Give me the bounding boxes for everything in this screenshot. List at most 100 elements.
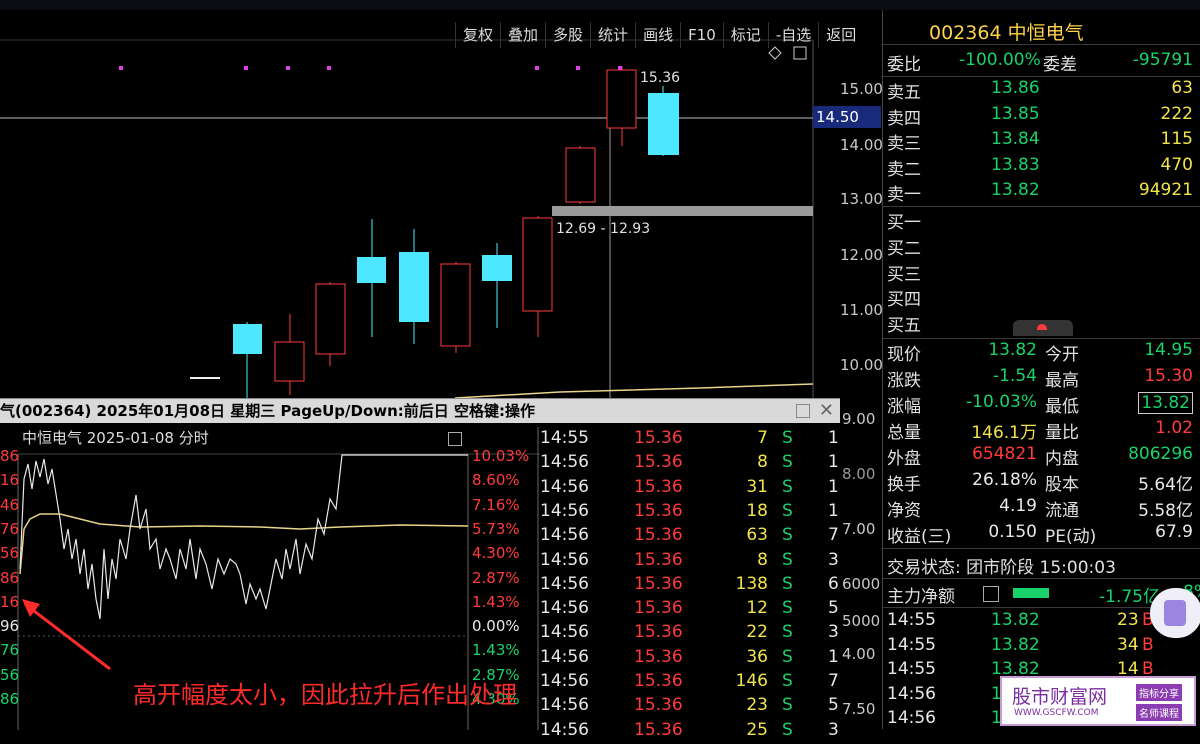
tick-side: S (782, 573, 793, 594)
quote-value: 67.9 (1155, 522, 1193, 542)
gap-range-label: 12.69 - 12.93 (556, 221, 651, 237)
left-price: 96 (0, 617, 20, 636)
right-percent: 4.30% (472, 544, 520, 563)
buy-label: 买五 (887, 316, 921, 337)
left-price: 76 (0, 519, 20, 538)
tick-time: 14:55 (887, 610, 936, 630)
tick-volume: 8 (757, 452, 768, 473)
tick-price: 15.36 (634, 428, 683, 448)
tick-time: 14:56 (540, 598, 589, 619)
tick-extra: 5 (828, 695, 839, 716)
toolbar-f10[interactable]: F10 (680, 22, 723, 48)
right-percent: 7.16% (472, 495, 520, 514)
trade-tick-row: 14:56 15.36 8 S 3 (540, 550, 840, 574)
quote-value: -1.54 (993, 366, 1037, 386)
axis-label: 5000 (842, 612, 881, 630)
close-icon[interactable]: ✕ (819, 400, 834, 421)
logo-name: 股市财富网 (1012, 686, 1108, 708)
sell-price: 13.85 (991, 103, 1040, 124)
tick-extra: 3 (828, 719, 839, 740)
trade-tick-row: 14:56 15.36 23 S 5 (540, 695, 840, 719)
weicha-label: 委差 (1043, 55, 1077, 75)
tick-time: 14:56 (540, 573, 589, 594)
buy-row: 买四 (887, 285, 1197, 310)
maximize-icon[interactable] (796, 404, 810, 418)
quote-label: 换手 (887, 475, 921, 495)
quote-value: 15.30 (1144, 366, 1193, 386)
quote-value: 0.150 (988, 522, 1037, 542)
list-icon[interactable] (983, 586, 999, 602)
assistant-bubble[interactable] (1150, 588, 1200, 638)
axis-label: 9.00 (842, 410, 876, 428)
trade-tick-row: 14:56 15.36 146 S 7 (540, 671, 840, 695)
collapse-tab[interactable] (1013, 320, 1073, 336)
tick-price: 15.36 (634, 598, 683, 619)
tick-volume: 31 (746, 476, 768, 497)
kline-chart[interactable]: 复权 叠加 多股 统计 画线 F10 标记 -自选 返回 15.00 14.00… (0, 10, 883, 400)
tick-time: 14:56 (540, 671, 589, 691)
candle-8 (522, 216, 553, 337)
trade-tick-row: 14:56 15.36 18 S 1 (540, 501, 840, 525)
toolbar-zixuan[interactable]: -自选 (767, 22, 818, 48)
tick-extra: 1 (828, 500, 839, 521)
quote-value: 1.02 (1155, 418, 1193, 438)
quote-label: 总量 (887, 423, 921, 443)
axis-label: 15.00 (840, 80, 883, 98)
main-flow-label: 主力净额 (887, 587, 955, 607)
sell-volume: 94921 (1138, 180, 1193, 200)
tick-extra: 3 (828, 549, 839, 570)
sell-price: 13.84 (991, 129, 1040, 149)
trade-tick-row: 14:56 15.36 63 S 7 (540, 525, 840, 549)
quote-label: PE(动) (1045, 527, 1097, 547)
quote-value: 13.82 (988, 340, 1037, 360)
quote-row: 收益(三) 0.150 PE(动) 67.9 (887, 522, 1197, 547)
tick-volume: 7 (757, 428, 768, 448)
tick-side: S (782, 476, 793, 497)
quote-label: 收益(三) (887, 527, 952, 547)
toolbar-diejia[interactable]: 叠加 (500, 22, 545, 48)
toolbar-huaxian[interactable]: 画线 (635, 22, 680, 48)
weibi-value: -100.00% (959, 50, 1041, 70)
candle-5 (399, 229, 429, 344)
sell-volume: 63 (1171, 78, 1193, 98)
tick-side: S (782, 549, 793, 570)
sell-row: 卖三 13.84 115 (887, 129, 1197, 154)
sell-row: 卖五 13.86 63 (887, 78, 1197, 103)
axis-label: 10.00 (840, 356, 883, 374)
sell-label: 卖一 (887, 185, 921, 205)
buy-row: 买三 (887, 260, 1197, 285)
toolbar-tongji[interactable]: 统计 (590, 22, 635, 48)
trade-status: 交易状态: 团市阶段 15:00:03 (887, 553, 1197, 578)
candle-9 (565, 146, 596, 204)
tick-price: 15.36 (634, 525, 683, 546)
left-price: 86 (0, 568, 20, 587)
sell-label: 卖三 (887, 134, 921, 154)
sell-price: 13.82 (991, 180, 1040, 200)
trade-tick-row: 14:56 15.36 12 S 5 (540, 598, 840, 622)
axis-label: 8.00 (842, 465, 876, 483)
toolbar-duogu[interactable]: 多股 (545, 22, 590, 48)
quote-value: 13.82 (1138, 392, 1193, 414)
toolbar-biaoji[interactable]: 标记 (722, 22, 768, 48)
trade-tick-row: 14:56 15.36 36 S 1 (540, 647, 840, 671)
tick-volume: 23 (1117, 610, 1139, 630)
logo-tag2: 名师课程 (1136, 704, 1182, 721)
signal-dots (119, 66, 622, 70)
quote-value: 146.1万 (971, 423, 1037, 443)
sell-volume: 222 (1160, 103, 1193, 124)
quote-value: 26.18% (972, 470, 1037, 490)
avg-price-line (19, 513, 469, 575)
tick-extra: 3 (828, 622, 839, 643)
quote-label: 现价 (887, 345, 921, 365)
right-percent: 0.00% (472, 617, 520, 636)
toolbar-fuquan[interactable]: 复权 (455, 22, 500, 48)
candle-1 (233, 322, 262, 400)
tick-time: 14:56 (540, 452, 589, 473)
tick-time: 14:56 (540, 525, 589, 546)
tick-time: 14:56 (540, 646, 589, 667)
tick-extra: 1 (828, 646, 839, 667)
toolbar-fanhui[interactable]: 返回 (818, 22, 863, 48)
candle-4 (357, 219, 386, 337)
right-percent: 1.43% (472, 641, 520, 660)
high-price-label: 15.36 (640, 70, 681, 86)
